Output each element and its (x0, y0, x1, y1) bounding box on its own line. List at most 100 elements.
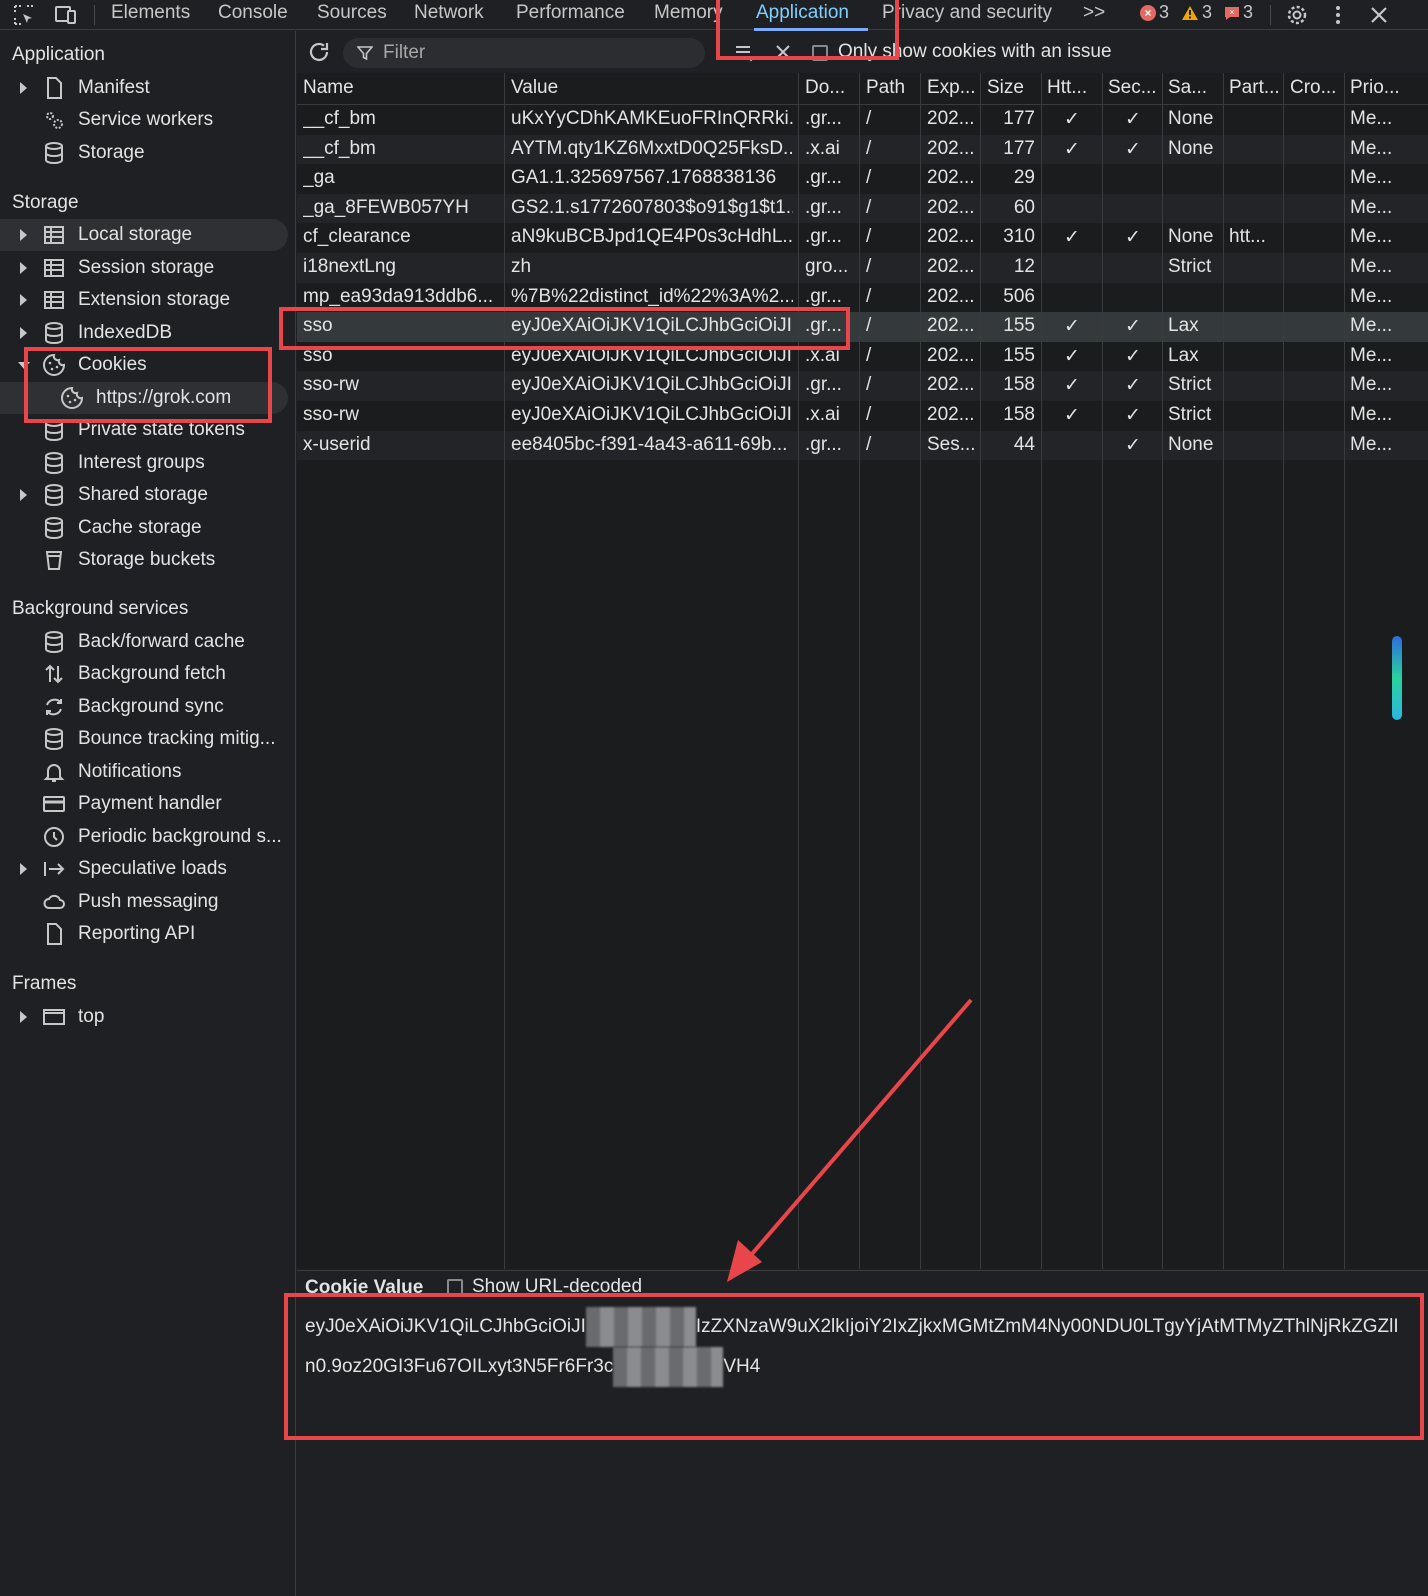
sidebar-item-reporting-api[interactable]: Reporting API (0, 918, 288, 950)
tab-elements[interactable]: Elements (111, 2, 190, 24)
table-cell: .gr... (805, 196, 842, 218)
table-cell: ✓ (1064, 375, 1080, 397)
inspect-element-icon[interactable] (12, 3, 36, 27)
table-row[interactable]: __cf_bm uKxYyCDhKAMKEuoFRInQRRki... .gr...… (297, 105, 1428, 135)
table-row[interactable]: _ga_8FEWB057YH GS2.1.s1772607803$o91$g1$t… (297, 193, 1428, 224)
sidebar-item-background-sync[interactable]: Background sync (0, 691, 288, 723)
tab-network[interactable]: Network (414, 2, 484, 24)
table-cell: 202... (927, 344, 975, 366)
column-header-name[interactable]: Name (303, 77, 354, 99)
table-row[interactable]: _ga GA1.1.325697567.1768838136 .gr... / 202.… (297, 164, 1428, 194)
sidebar-item-back-forward-cache[interactable]: Back/forward cache (0, 626, 288, 658)
table-cell: Me... (1350, 344, 1393, 366)
sidebar-item-service-workers[interactable]: Service workers (0, 104, 288, 136)
sidebar-item-label: Storage (78, 142, 145, 163)
tab-performance[interactable]: Performance (516, 2, 625, 24)
column-header-secure[interactable]: Sec... (1108, 77, 1157, 99)
column-header-samesite[interactable]: Sa... (1168, 77, 1207, 99)
cookies-table[interactable]: __cf_bm uKxYyCDhKAMKEuoFRInQRRki... .gr...… (297, 73, 1428, 1269)
table-cell: / (866, 433, 872, 455)
table-cell: x-userid (303, 433, 371, 455)
table-cell: None (1168, 433, 1214, 455)
sidebar-item-storage[interactable]: Storage (0, 137, 288, 169)
table-cell: _ga (303, 167, 335, 189)
column-header-path[interactable]: Path (866, 77, 905, 99)
table-cell: / (866, 374, 872, 396)
table-cell: Me... (1350, 374, 1393, 396)
more-tabs-button[interactable]: >> (1083, 2, 1105, 24)
sidebar-item-push-messaging[interactable]: Push messaging (0, 886, 288, 918)
column-header-httponly[interactable]: Htt... (1047, 77, 1087, 99)
sidebar-item-payment-handler[interactable]: Payment handler (0, 788, 288, 820)
sidebar-item-frame-top[interactable]: top (0, 1001, 288, 1033)
filter-input[interactable]: Filter (343, 38, 705, 68)
sidebar-item-indexeddb[interactable]: IndexedDB (0, 317, 288, 349)
table-cell: ✓ (1125, 227, 1141, 249)
table-cell: ✓ (1125, 375, 1141, 397)
table-row[interactable]: cf_clearance aN9kuBCBJpd1QE4P0s3cHdhL....… (297, 223, 1428, 253)
warning-counter[interactable]: 3 (1181, 2, 1212, 23)
column-header-expires[interactable]: Exp... (927, 77, 976, 99)
table-cell: .x.ai (805, 137, 840, 159)
table-cell: eyJ0eXAiOiJKV1QiLCJhbGciOiJI... (511, 404, 793, 425)
table-cell: sso-rw (303, 404, 359, 425)
sidebar-item-extension-storage[interactable]: Extension storage (0, 284, 288, 316)
column-header-domain[interactable]: Do... (805, 77, 845, 99)
sidebar-item-speculative-loads[interactable]: Speculative loads (0, 853, 288, 885)
table-cell: Me... (1350, 404, 1393, 425)
tab-memory[interactable]: Memory (654, 2, 723, 24)
scroll-indicator[interactable] (1392, 636, 1402, 720)
sidebar-item-notifications[interactable]: Notifications (0, 756, 288, 788)
tab-console[interactable]: Console (218, 2, 288, 24)
device-toolbar-icon[interactable] (54, 3, 78, 27)
table-row[interactable]: __cf_bm AYTM.qty1KZ6MxxtD0Q25FksD... .x.ai… (297, 134, 1428, 165)
sidebar-item-manifest[interactable]: Manifest (0, 72, 288, 104)
table-row[interactable]: i18nextLng zh gro... / 202... 12 Strict Me... (297, 253, 1428, 283)
sidebar-item-bounce-tracking[interactable]: Bounce tracking mitig... (0, 723, 288, 755)
more-options-icon[interactable] (1326, 3, 1350, 27)
table-cell: Ses... (927, 433, 976, 455)
sidebar-item-interest-groups[interactable]: Interest groups (0, 447, 288, 479)
table-cell: .gr... (805, 374, 842, 396)
column-header-priority[interactable]: Prio... (1350, 77, 1400, 99)
sidebar-item-local-storage[interactable]: Local storage (0, 219, 288, 251)
table-cell: Strict (1168, 374, 1212, 396)
table-cell: GA1.1.325697567.1768838136 (511, 167, 777, 189)
settings-gear-icon[interactable] (1285, 3, 1309, 27)
column-header-cross-site[interactable]: Cro... (1290, 77, 1336, 99)
table-row[interactable]: sso-rw eyJ0eXAiOiJKV1QiLCJhbGciOiJI... .x.… (297, 401, 1428, 431)
column-header-size[interactable]: Size (987, 77, 1024, 99)
error-counter[interactable]: × 3 (1140, 2, 1169, 23)
sidebar-item-session-storage[interactable]: Session storage (0, 252, 288, 284)
table-cell: .gr... (805, 167, 842, 189)
tab-sources[interactable]: Sources (317, 2, 387, 24)
sidebar-item-periodic-background-sync[interactable]: Periodic background s... (0, 821, 288, 853)
filter-funnel-icon (357, 46, 373, 61)
sidebar-item-background-fetch[interactable]: Background fetch (0, 658, 288, 690)
table-row[interactable]: x-userid ee8405bc-f391-4a43-a611-69b... .g… (297, 430, 1428, 461)
error-icon: × (1140, 4, 1156, 21)
database-icon (45, 517, 63, 540)
database-icon (45, 452, 63, 475)
issues-counter[interactable]: × 3 (1224, 2, 1253, 23)
column-header-value[interactable]: Value (511, 77, 558, 99)
table-cell: Strict (1168, 404, 1212, 425)
table-cell: htt... (1229, 226, 1266, 248)
sidebar-item-shared-storage[interactable]: Shared storage (0, 479, 288, 511)
table-cell: / (866, 226, 872, 248)
document-icon (47, 77, 62, 99)
table-cell: 202... (927, 256, 975, 277)
sidebar-item-storage-buckets[interactable]: Storage buckets (0, 544, 288, 576)
table-row[interactable]: sso-rw eyJ0eXAiOiJKV1QiLCJhbGciOiJI... .gr… (297, 371, 1428, 401)
tab-privacy-and-security[interactable]: Privacy and security (882, 2, 1052, 24)
section-header-background-services: Background services (12, 598, 189, 619)
column-header-partition-key[interactable]: Part... (1229, 77, 1280, 99)
close-devtools-icon[interactable] (1367, 3, 1391, 27)
refresh-icon[interactable] (307, 40, 331, 64)
table-cell: None (1168, 137, 1214, 159)
cloud-icon (43, 894, 65, 909)
sidebar-item-label: Background sync (78, 696, 224, 717)
table-cell: 202... (927, 137, 975, 159)
sidebar-item-cache-storage[interactable]: Cache storage (0, 512, 288, 544)
table-cell: None (1168, 226, 1214, 248)
